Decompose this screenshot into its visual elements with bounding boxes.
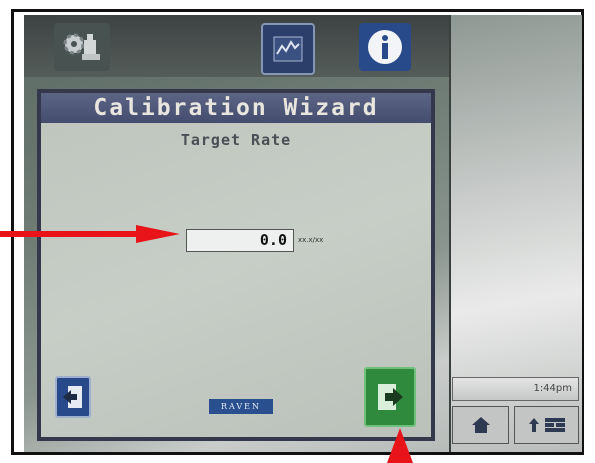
callout-arrow-up-icon (387, 428, 413, 463)
calibration-wizard-panel: Calibration Wizard Target Rate 0.0 xx.x/… (37, 89, 435, 441)
rate-units-label: xx.x/xx (298, 236, 324, 244)
info-button[interactable] (359, 23, 411, 71)
raven-logo: RAVEN (209, 399, 273, 414)
up-arrow-icon (528, 418, 539, 432)
wizard-title: Calibration Wizard (41, 93, 431, 123)
performance-button[interactable] (261, 23, 315, 75)
settings-button[interactable] (54, 23, 110, 71)
step-title: Target Rate (180, 131, 292, 149)
menu-button[interactable] (514, 406, 579, 444)
back-arrow-icon (63, 386, 82, 408)
back-button[interactable] (55, 376, 91, 418)
callout-arrow-icon (0, 225, 180, 243)
top-toolbar (24, 15, 449, 77)
next-button[interactable] (364, 367, 416, 427)
clock-display: 1:44pm (452, 377, 579, 401)
target-rate-input[interactable]: 0.0 (186, 229, 294, 252)
grid-icon (544, 418, 565, 432)
gauge-icon (273, 36, 303, 62)
gear-icon (63, 33, 100, 60)
info-icon (368, 30, 402, 64)
home-button[interactable] (452, 406, 509, 444)
next-arrow-icon (378, 384, 403, 410)
home-icon (471, 417, 490, 433)
